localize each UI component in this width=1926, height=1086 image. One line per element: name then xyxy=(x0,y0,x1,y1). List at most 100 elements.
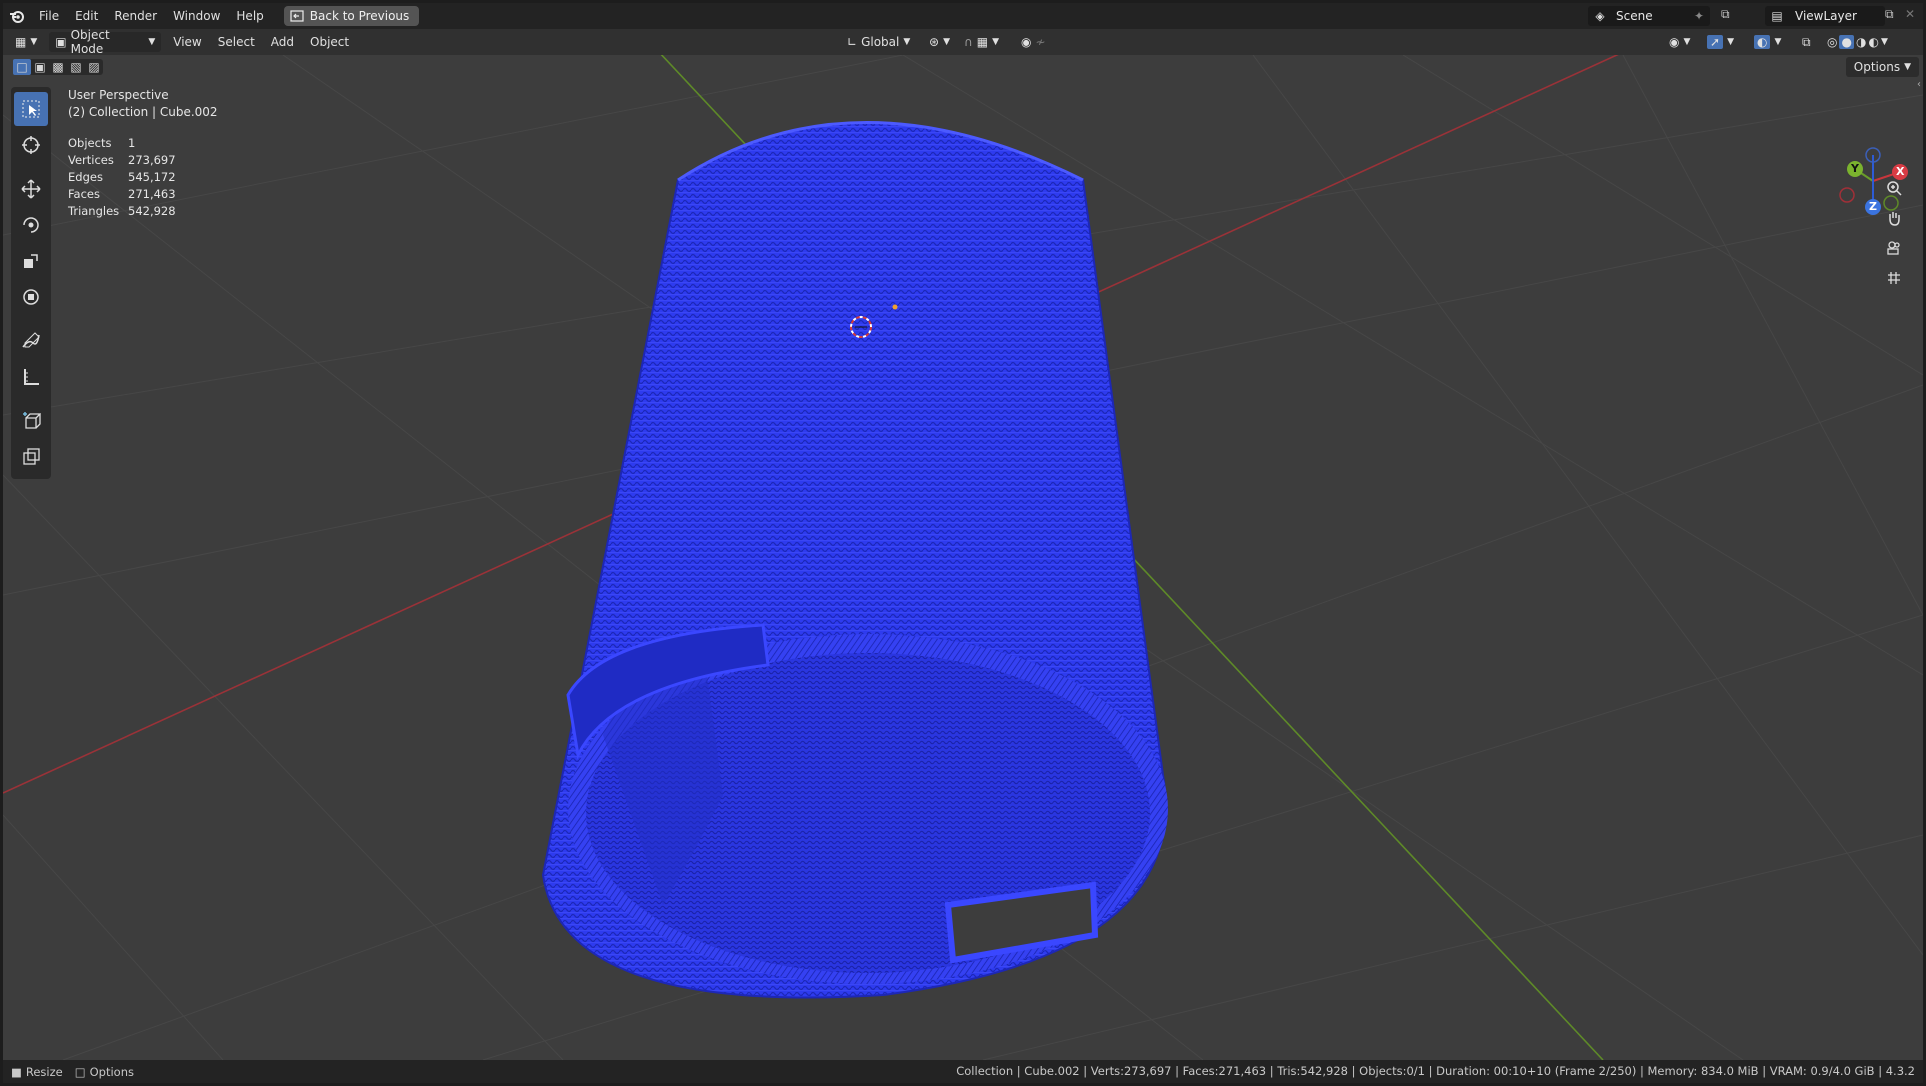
menu-render[interactable]: Render xyxy=(106,5,165,27)
viewport-info: User Perspective (2) Collection | Cube.0… xyxy=(68,87,218,121)
material-shading-icon[interactable]: ◑ xyxy=(1856,35,1866,49)
overlays-toggle[interactable]: ◐ ▼ xyxy=(1748,32,1787,52)
gizmo-z-label: Z xyxy=(1869,200,1877,213)
stat-value: 1 xyxy=(128,136,136,150)
cursor-tool[interactable] xyxy=(14,128,48,162)
move-tool[interactable] xyxy=(14,172,48,206)
stat-label: Triangles xyxy=(68,204,120,218)
select-box-icon xyxy=(22,100,40,118)
chevron-down-icon: ▼ xyxy=(1904,62,1911,72)
viewport-header: ▦ ▼ ▣ Object Mode ▼ View Select Add Objec… xyxy=(3,28,1923,56)
pivot-point-button[interactable]: ⊛ ▼ xyxy=(923,32,956,52)
select-invert-icon[interactable]: ▧ xyxy=(67,59,85,75)
stat-row: Objects 1 xyxy=(68,135,176,152)
mode-selector[interactable]: ▣ Object Mode ▼ xyxy=(49,28,162,56)
stat-row: Edges 545,172 xyxy=(68,169,176,186)
measure-tool[interactable] xyxy=(14,360,48,394)
view-layer-icon: ▤ xyxy=(1771,9,1783,23)
add-cube-icon xyxy=(23,412,41,429)
wireframe-shading-icon[interactable]: ◎ xyxy=(1827,35,1837,49)
add-cube-tool[interactable] xyxy=(14,404,48,438)
object-mode-icon: ▣ xyxy=(55,35,67,49)
new-scene-icon[interactable]: ⧉ xyxy=(1721,7,1730,22)
stat-value: 273,697 xyxy=(128,153,176,167)
proportional-edit-icon: ◉ xyxy=(1021,35,1032,49)
stat-row: Faces 271,463 xyxy=(68,186,176,203)
annotate-tool[interactable] xyxy=(14,324,48,358)
scale-tool[interactable] xyxy=(14,244,48,278)
menu-view[interactable]: View xyxy=(165,35,209,49)
navigation-controls xyxy=(1881,175,1911,295)
shading-modes: ◎ ● ◑ ◐ ▼ xyxy=(1821,32,1894,52)
menu-add[interactable]: Add xyxy=(263,35,302,49)
pin-icon[interactable]: ✦ xyxy=(1694,9,1710,23)
top-menu-bar: File Edit Render Window Help Back to Pre… xyxy=(3,3,1923,29)
solid-shading-icon[interactable]: ● xyxy=(1839,35,1854,49)
stat-label: Edges xyxy=(68,170,103,184)
visibility-button[interactable]: ◉ ▼ xyxy=(1663,32,1696,52)
gizmo-toggle[interactable]: ➚ ▼ xyxy=(1701,32,1740,52)
options-button[interactable]: Options ▼ xyxy=(1845,57,1919,77)
stat-label: Vertices xyxy=(68,153,114,167)
select-box-tool[interactable] xyxy=(14,92,48,126)
select-new-icon[interactable]: □ xyxy=(13,59,31,75)
camera-icon xyxy=(1887,241,1900,255)
view-layer-selector[interactable]: ▤ ViewLayer xyxy=(1765,6,1885,26)
orthographic-toggle[interactable] xyxy=(1881,265,1907,291)
select-subtract-icon[interactable]: ▩ xyxy=(49,59,67,75)
chevron-down-icon[interactable]: ▼ xyxy=(1881,37,1888,47)
sidebar-toggle-icon[interactable]: ‹ xyxy=(1917,79,1921,90)
chevron-down-icon: ▼ xyxy=(1683,37,1691,47)
tool-shelf xyxy=(11,87,51,479)
stat-label: Faces xyxy=(68,187,100,201)
menu-window[interactable]: Window xyxy=(165,5,228,27)
menu-edit[interactable]: Edit xyxy=(67,5,106,27)
status-bar: ■ Resize □ Options Collection | Cube.002… xyxy=(3,1060,1923,1083)
scene-name: Scene xyxy=(1616,9,1653,23)
chevron-down-icon: ▼ xyxy=(992,37,1000,47)
chevron-down-icon: ▼ xyxy=(1774,37,1782,47)
back-to-previous-label: Back to Previous xyxy=(309,9,410,23)
menu-help[interactable]: Help xyxy=(228,5,271,27)
basket-mesh[interactable] xyxy=(541,121,1168,999)
stat-value: 545,172 xyxy=(128,170,176,184)
back-to-previous-button[interactable]: Back to Previous xyxy=(283,6,420,26)
stat-row: Vertices 273,697 xyxy=(68,152,176,169)
3d-viewport[interactable]: X Y Z □ ▣ ▩ ▧ ▨ Options ▼ User Perspecti… xyxy=(3,55,1923,1060)
options-label: Options xyxy=(1853,60,1901,74)
chevron-down-icon: ▼ xyxy=(903,37,911,47)
rendered-shading-icon[interactable]: ◐ xyxy=(1868,35,1878,49)
select-intersect-icon[interactable]: ▨ xyxy=(85,59,103,75)
new-view-layer-icon[interactable]: ⧉ xyxy=(1885,7,1894,22)
hand-icon xyxy=(1889,212,1900,226)
remove-view-layer-icon[interactable]: ✕ xyxy=(1905,7,1915,21)
view-name: User Perspective xyxy=(68,88,169,102)
options-hint: Options xyxy=(89,1064,134,1079)
zoom-button[interactable] xyxy=(1881,175,1907,201)
proportional-edit-button[interactable]: ◉ ≁ xyxy=(1015,32,1052,52)
magnet-icon: ∩ xyxy=(964,35,973,49)
transform-tool[interactable] xyxy=(14,280,48,314)
transform-orientation-selector[interactable]: ∟ Global ▼ xyxy=(841,32,916,52)
duplicate-tool[interactable] xyxy=(14,440,48,474)
rotate-icon xyxy=(23,217,39,233)
menu-object[interactable]: Object xyxy=(302,35,357,49)
xray-toggle[interactable]: ⧉ xyxy=(1796,32,1817,52)
scene-selector[interactable]: ◈ Scene ✦ xyxy=(1588,6,1710,26)
object-origin xyxy=(892,304,898,310)
pan-button[interactable] xyxy=(1881,205,1907,231)
camera-view-button[interactable] xyxy=(1881,235,1907,261)
annotate-icon xyxy=(22,332,40,348)
menu-select[interactable]: Select xyxy=(210,35,263,49)
xray-icon: ⧉ xyxy=(1802,34,1811,49)
scene-statistics: Objects 1 Vertices 273,697 Edges 545,172 Fa… xyxy=(68,135,176,220)
move-icon xyxy=(21,179,41,199)
stat-label: Objects xyxy=(68,136,112,150)
menu-file[interactable]: File xyxy=(31,5,67,27)
duplicate-icon xyxy=(23,448,40,465)
select-extend-icon[interactable]: ▣ xyxy=(31,59,49,75)
blender-logo-icon[interactable] xyxy=(3,3,31,29)
rotate-tool[interactable] xyxy=(14,208,48,242)
snap-button[interactable]: ∩ ▦ ▼ xyxy=(958,32,1005,52)
editor-type-button[interactable]: ▦ ▼ xyxy=(9,32,43,52)
